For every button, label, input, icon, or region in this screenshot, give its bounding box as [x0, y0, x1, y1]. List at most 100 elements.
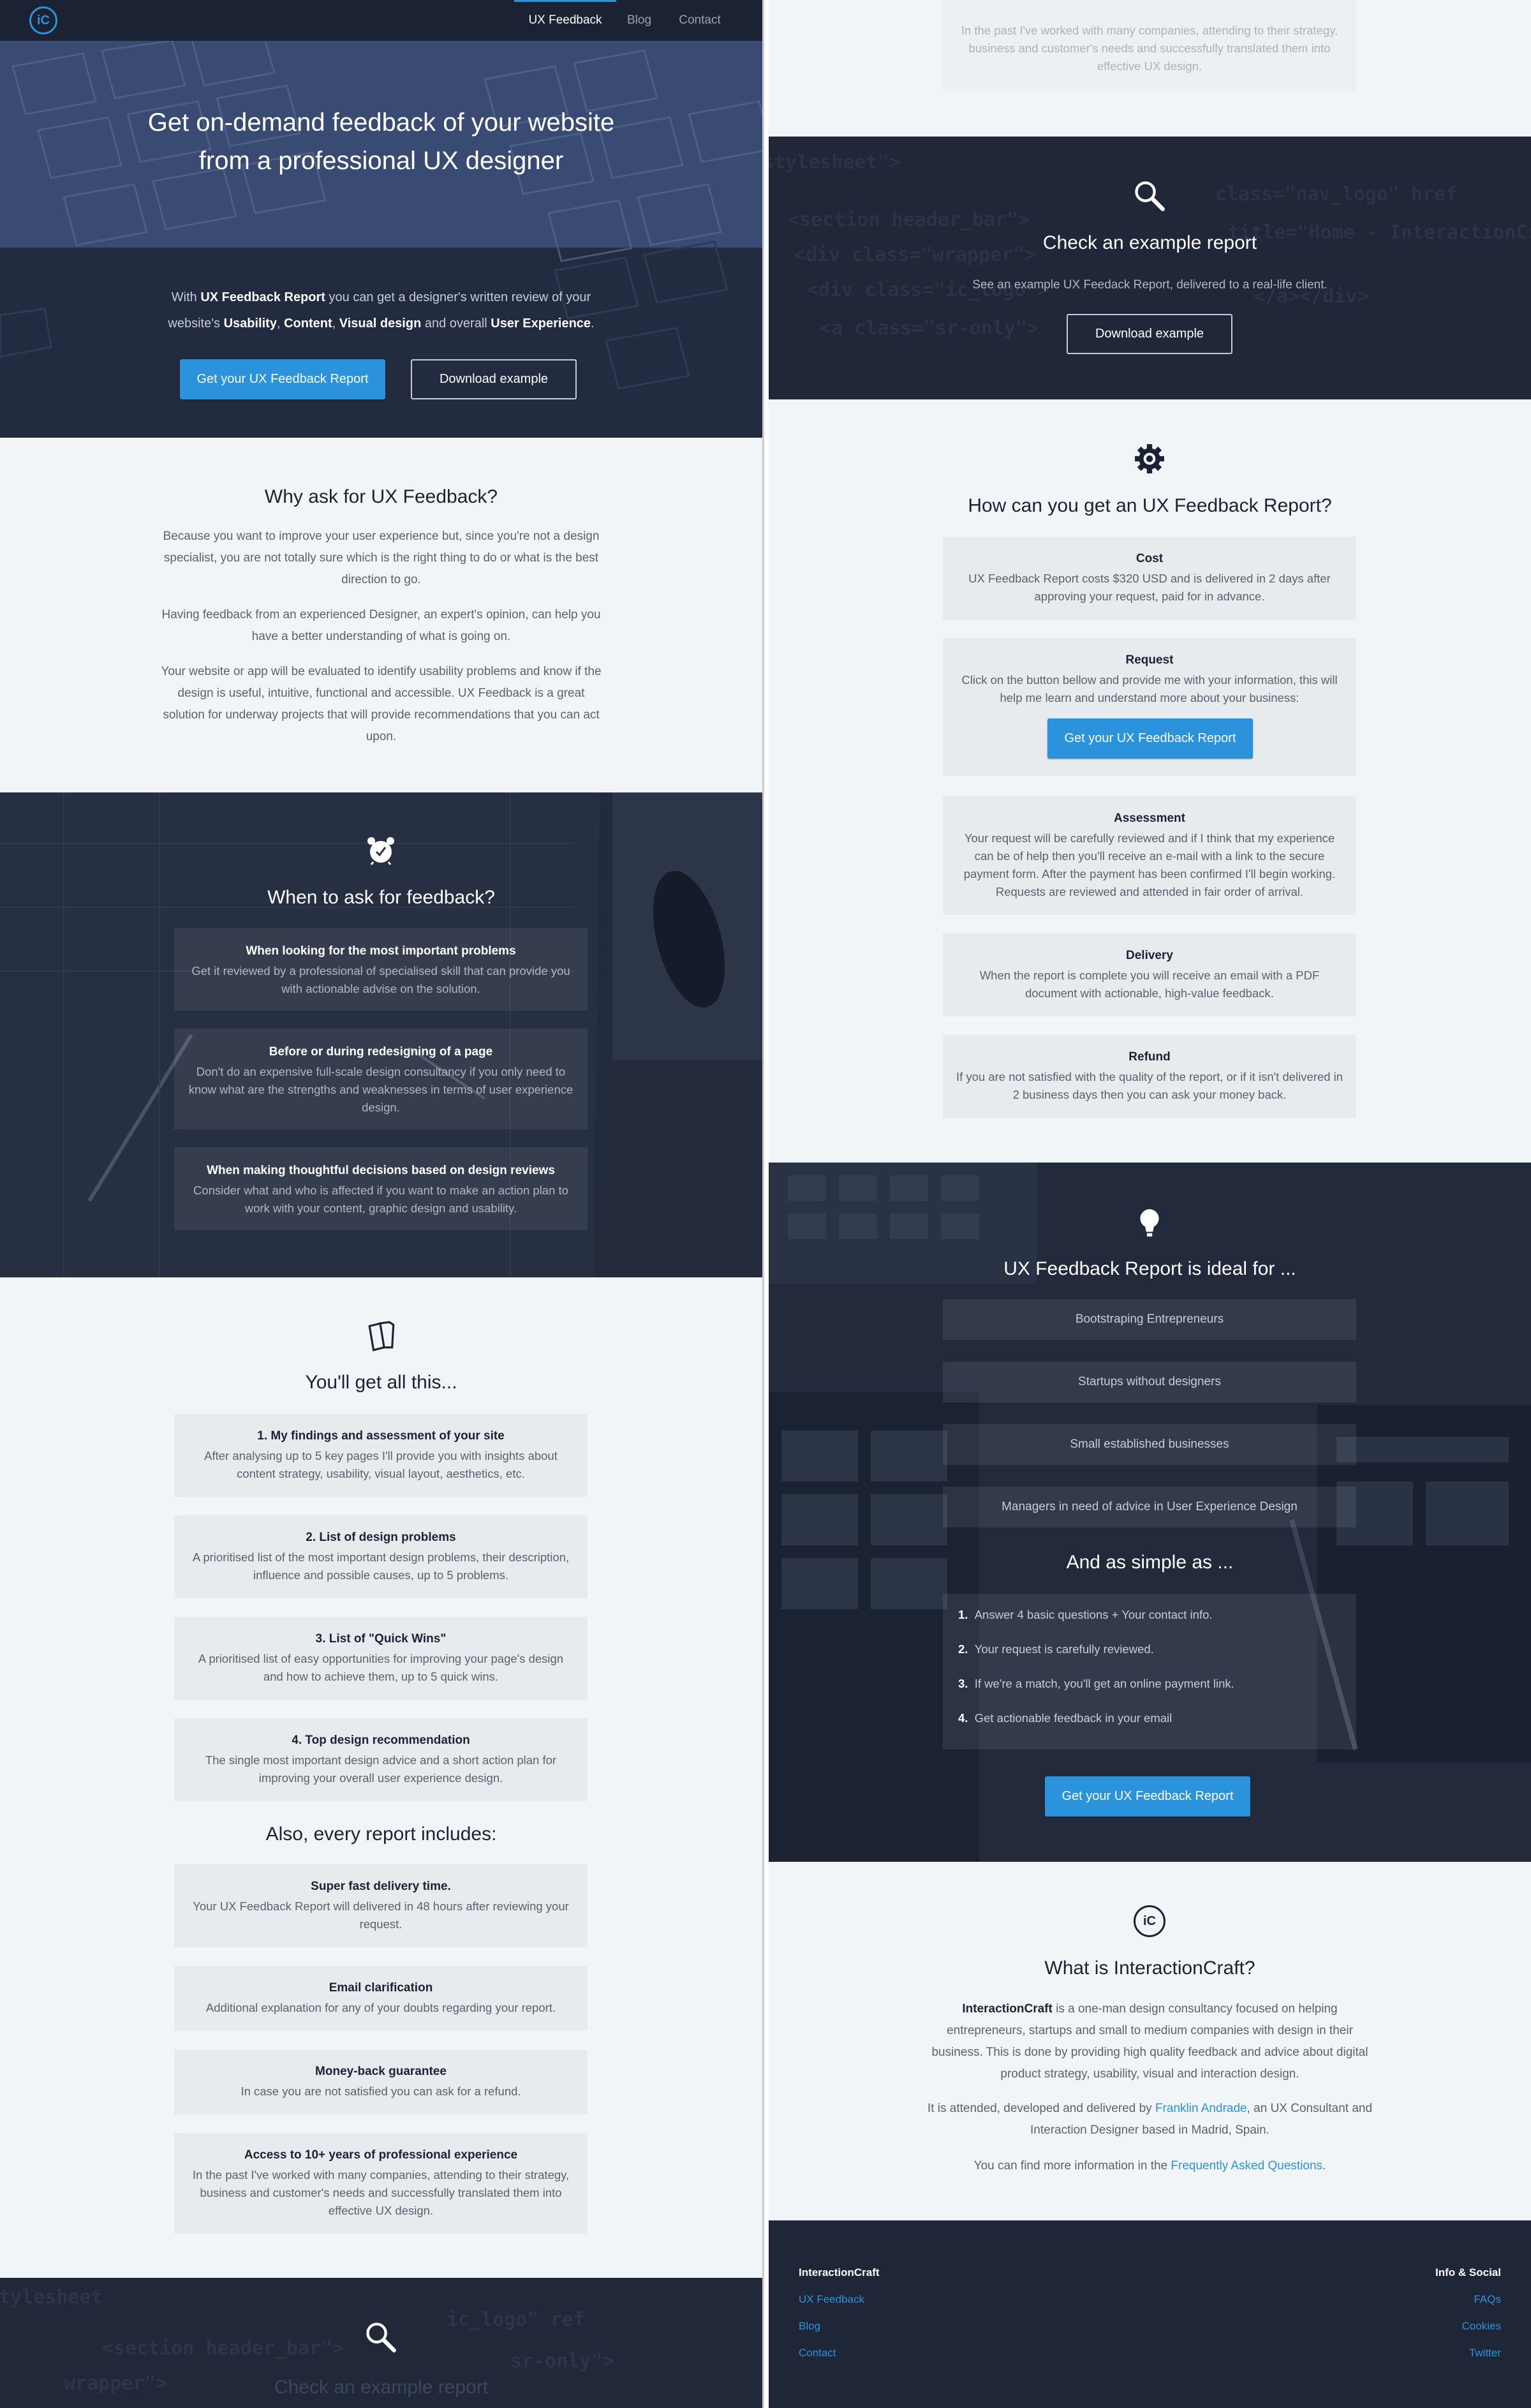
step-number: 3.: [958, 1677, 968, 1690]
how-section: How can you get an UX Feedback Report? C…: [769, 399, 1531, 1163]
steps-list: 1. Answer 4 basic questions + Your conta…: [943, 1594, 1356, 1750]
nav-item-blog[interactable]: Blog: [623, 0, 656, 41]
step-item: 1. Answer 4 basic questions + Your conta…: [958, 1605, 1213, 1624]
nav-item-label: Blog: [626, 13, 652, 27]
paragraph-text: .: [1322, 2159, 1326, 2173]
deliverable-item: 4. Top design recommendation The single m…: [174, 1718, 588, 1801]
card-description: Additional explanation for any of your d…: [205, 2001, 556, 2014]
logo[interactable]: iC: [29, 6, 57, 34]
get-report-button[interactable]: Get your UX Feedback Report: [1045, 1776, 1250, 1817]
svg-text:stylesheet: stylesheet: [0, 2286, 103, 2308]
card-description: In the past I've worked with many compan…: [961, 24, 1338, 73]
nav-item-label: UX Feedback: [528, 13, 602, 27]
step-number: 1.: [958, 1608, 968, 1621]
author-link[interactable]: Franklin Andrade: [1155, 2102, 1247, 2115]
ideal-audience-item: Small established businesses: [943, 1424, 1356, 1465]
card-description: Click on the button bellow and provide m…: [961, 673, 1338, 704]
footer-link-twitter[interactable]: Twitter: [1469, 2347, 1501, 2360]
step-text: If we're a match, you'll get an online p…: [974, 1677, 1234, 1690]
hero-intro-text: .: [591, 316, 595, 331]
column-divider: [762, 0, 769, 2408]
brand-name: InteractionCraft: [962, 2002, 1053, 2016]
card-title: Cost: [1135, 552, 1164, 565]
step-text: Your request is carefully reviewed.: [974, 1642, 1154, 1656]
included-item: In the past I've worked with many compan…: [943, 0, 1356, 91]
about-section: iC What is InteractionCraft? Interaction…: [769, 1862, 1531, 2220]
footer-left-title: InteractionCraft: [799, 2266, 880, 2278]
code-background-image: stylesheet"> <section header_bar"> <div …: [769, 151, 1531, 339]
deliverable-item: 1. My findings and assessment of your si…: [174, 1414, 588, 1497]
card-description: If you are not satisfied with the qualit…: [956, 1070, 1343, 1101]
card-description: Don't do an expensive full-scale design …: [188, 1065, 573, 1114]
card-title: 1. My findings and assessment of your si…: [257, 1429, 505, 1443]
card-description: Your request will be carefully reviewed …: [963, 831, 1336, 898]
section-title: What is InteractionCraft?: [1044, 1958, 1255, 1979]
svg-text:ic_logo" ref: ic_logo" ref: [447, 2308, 585, 2331]
card-title: Request: [1125, 653, 1174, 667]
ideal-section: UX Feedback Report is ideal for ... Boot…: [769, 1163, 1531, 1862]
card-title: Assessment: [1114, 812, 1185, 825]
section-subtitle: Also, every report includes:: [265, 1824, 497, 1845]
nav-item-contact[interactable]: Contact: [671, 0, 729, 41]
logo-letters: iC: [37, 13, 50, 27]
included-item: Email clarification Additional explanatio…: [174, 1966, 588, 2031]
footer-link-cookies[interactable]: Cookies: [1462, 2320, 1501, 2333]
svg-text:stylesheet">: stylesheet">: [769, 151, 901, 174]
card-description: UX Feedback Report costs $320 USD and is…: [968, 572, 1331, 603]
hero-intro-text: With: [171, 290, 201, 304]
when-item: Before or during redesigning of a page Do…: [174, 1029, 588, 1129]
hero-section: Get on-demand feedback of your website f…: [0, 41, 762, 438]
why-section: Why ask for UX Feedback? Because you wan…: [0, 438, 762, 792]
hero-intro-text: you can get a designer's written review …: [325, 290, 591, 304]
hero-intro-text: ,: [276, 316, 285, 331]
section-title: UX Feedback Report is ideal for ...: [1003, 1258, 1296, 1279]
download-example-button[interactable]: Download example: [411, 359, 577, 399]
card-title: Access to 10+ years of professional expe…: [244, 2148, 518, 2162]
process-step-cost: Cost UX Feedback Report costs $320 USD an…: [943, 537, 1356, 620]
hero-title-line: Get on-demand feedback of your website: [147, 108, 615, 137]
footer-link-faqs[interactable]: FAQs: [1474, 2293, 1501, 2306]
card-description: Consider what and who is affected if you…: [193, 1184, 568, 1215]
nav-item-ux-feedback[interactable]: UX Feedback: [514, 0, 616, 41]
about-paragraph: You can find more information in the Fre…: [925, 2155, 1375, 2177]
step-item: 4. Get actionable feedback in your email: [958, 1709, 1172, 1728]
when-section: When to ask for feedback? When looking f…: [0, 792, 762, 1277]
process-step-delivery: Delivery When the report is complete you …: [943, 933, 1356, 1016]
svg-text:<section header_bar">: <section header_bar">: [102, 2337, 344, 2360]
footer-link-ux-feedback[interactable]: UX Feedback: [799, 2293, 864, 2306]
hero-title: Get on-demand feedback of your website f…: [0, 103, 762, 180]
hero-intro-text: ,: [332, 316, 339, 331]
step-number: 4.: [958, 1711, 968, 1725]
section-title: Check an example report: [1042, 232, 1257, 253]
card-title: Before or during redesigning of a page: [269, 1045, 493, 1059]
get-report-button[interactable]: Get your UX Feedback Report: [180, 359, 385, 399]
card-title: Delivery: [1126, 949, 1173, 962]
svg-text:<a class="sr-only">: <a class="sr-only">: [820, 317, 1039, 339]
card-title: When making thoughtful decisions based o…: [207, 1164, 555, 1177]
example-section: stylesheet"> <section header_bar"> <div …: [769, 137, 1531, 399]
when-item: When making thoughtful decisions based o…: [174, 1147, 588, 1230]
paragraph: Your website or app will be evaluated to…: [161, 665, 602, 743]
section-title: How can you get an UX Feedback Report?: [968, 495, 1332, 516]
get-report-button[interactable]: Get your UX Feedback Report: [1047, 718, 1253, 759]
hero-intro: With UX Feedback Report you can get a de…: [128, 285, 635, 337]
faq-link[interactable]: Frequently Asked Questions: [1171, 2159, 1322, 2173]
documents-icon: [368, 1321, 395, 1351]
footer-link-blog[interactable]: Blog: [799, 2320, 820, 2333]
footer-link-contact[interactable]: Contact: [799, 2347, 836, 2360]
example-section-partial: stylesheet <section header_bar"> wrapper…: [0, 2278, 762, 2408]
card-description: Your UX Feedback Report will delivered i…: [193, 1899, 569, 1931]
hero-intro-bold: UX Feedback Report: [200, 290, 325, 304]
included-item: Super fast delivery time. Your UX Feedbac…: [174, 1864, 588, 1947]
download-example-button[interactable]: Download example: [1067, 314, 1232, 354]
footer-right-title: Info & Social: [1435, 2266, 1501, 2278]
card-description: The single most important design advice …: [205, 1753, 557, 1785]
card-title: Money-back guarantee: [315, 2065, 447, 2078]
section-title: When to ask for feedback?: [267, 887, 495, 908]
section-title: Check an example report: [274, 2377, 489, 2398]
about-paragraph: InteractionCraft is a one-man design con…: [925, 1998, 1375, 2085]
section-subtitle: And as simple as ...: [1066, 1552, 1234, 1573]
svg-text:class="nav_logo" href: class="nav_logo" href: [1215, 183, 1457, 205]
card-description: Get it reviewed by a professional of spe…: [191, 964, 570, 995]
page-column-left: iC UX Feedback Blog Contact Get on-deman…: [0, 0, 762, 2408]
